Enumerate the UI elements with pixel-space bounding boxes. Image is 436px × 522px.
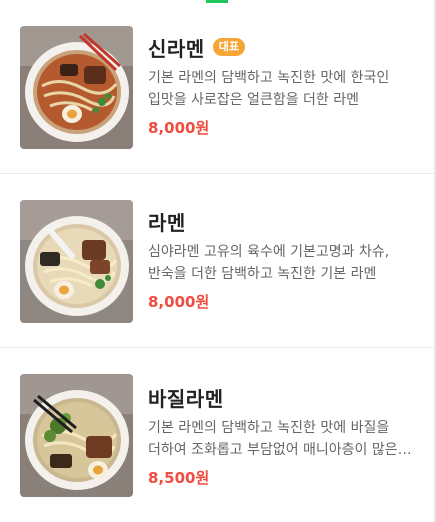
menu-item-image xyxy=(20,200,133,323)
menu-item-info: 라멘 심야라멘 고유의 육수에 기본고명과 차슈, 반숙을 더한 담백하고 녹진… xyxy=(148,206,414,312)
menu-item-description: 기본 라멘의 담백하고 녹진한 맛에 한국인 입맛을 사로잡은 얼큰함을 더한 … xyxy=(148,70,390,108)
menu-item-price: 8,500원 xyxy=(148,469,210,487)
menu-item-name: 바질라멘 xyxy=(148,386,224,411)
signature-badge: 대표 xyxy=(212,38,245,56)
menu-list: 신라멘 대표 기본 라멘의 담백하고 녹진한 맛에 한국인 입맛을 사로잡은 얼… xyxy=(0,0,434,522)
menu-item-header: 신라멘 대표 xyxy=(148,32,414,62)
menu-item-image xyxy=(20,374,133,497)
menu-item-description: 기본 라멘의 담백하고 녹진한 맛에 바질을 더하여 조화롭고 부담없어 매니아… xyxy=(148,420,398,458)
menu-item-header: 라멘 xyxy=(148,206,414,236)
menu-item-info: 신라멘 대표 기본 라멘의 담백하고 녹진한 맛에 한국인 입맛을 사로잡은 얼… xyxy=(148,32,414,138)
menu-item-info: 바질라멘 기본 라멘의 담백하고 녹진한 맛에 바질을 더하여 조화롭고 부담없… xyxy=(148,382,414,488)
menu-item-header: 바질라멘 xyxy=(148,382,414,412)
ramen-photo-icon xyxy=(20,26,133,149)
menu-item-price: 8,000원 xyxy=(148,119,210,137)
menu-item-ramen[interactable]: 라멘 심야라멘 고유의 육수에 기본고명과 차슈, 반숙을 더한 담백하고 녹진… xyxy=(0,174,434,348)
menu-item-name: 라멘 xyxy=(148,210,186,235)
ramen-photo-icon xyxy=(20,374,133,497)
menu-item-basil-ramen[interactable]: 바질라멘 기본 라멘의 담백하고 녹진한 맛에 바질을 더하여 조화롭고 부담없… xyxy=(0,348,434,522)
ramen-photo-icon xyxy=(20,200,133,323)
menu-item-name: 신라멘 xyxy=(148,36,205,61)
menu-item-price: 8,000원 xyxy=(148,293,210,311)
menu-item-image xyxy=(20,26,133,149)
menu-item-description: 심야라멘 고유의 육수에 기본고명과 차슈, 반숙을 더한 담백하고 녹진한 기… xyxy=(148,244,390,282)
menu-item-sin-ramen[interactable]: 신라멘 대표 기본 라멘의 담백하고 녹진한 맛에 한국인 입맛을 사로잡은 얼… xyxy=(0,0,434,174)
